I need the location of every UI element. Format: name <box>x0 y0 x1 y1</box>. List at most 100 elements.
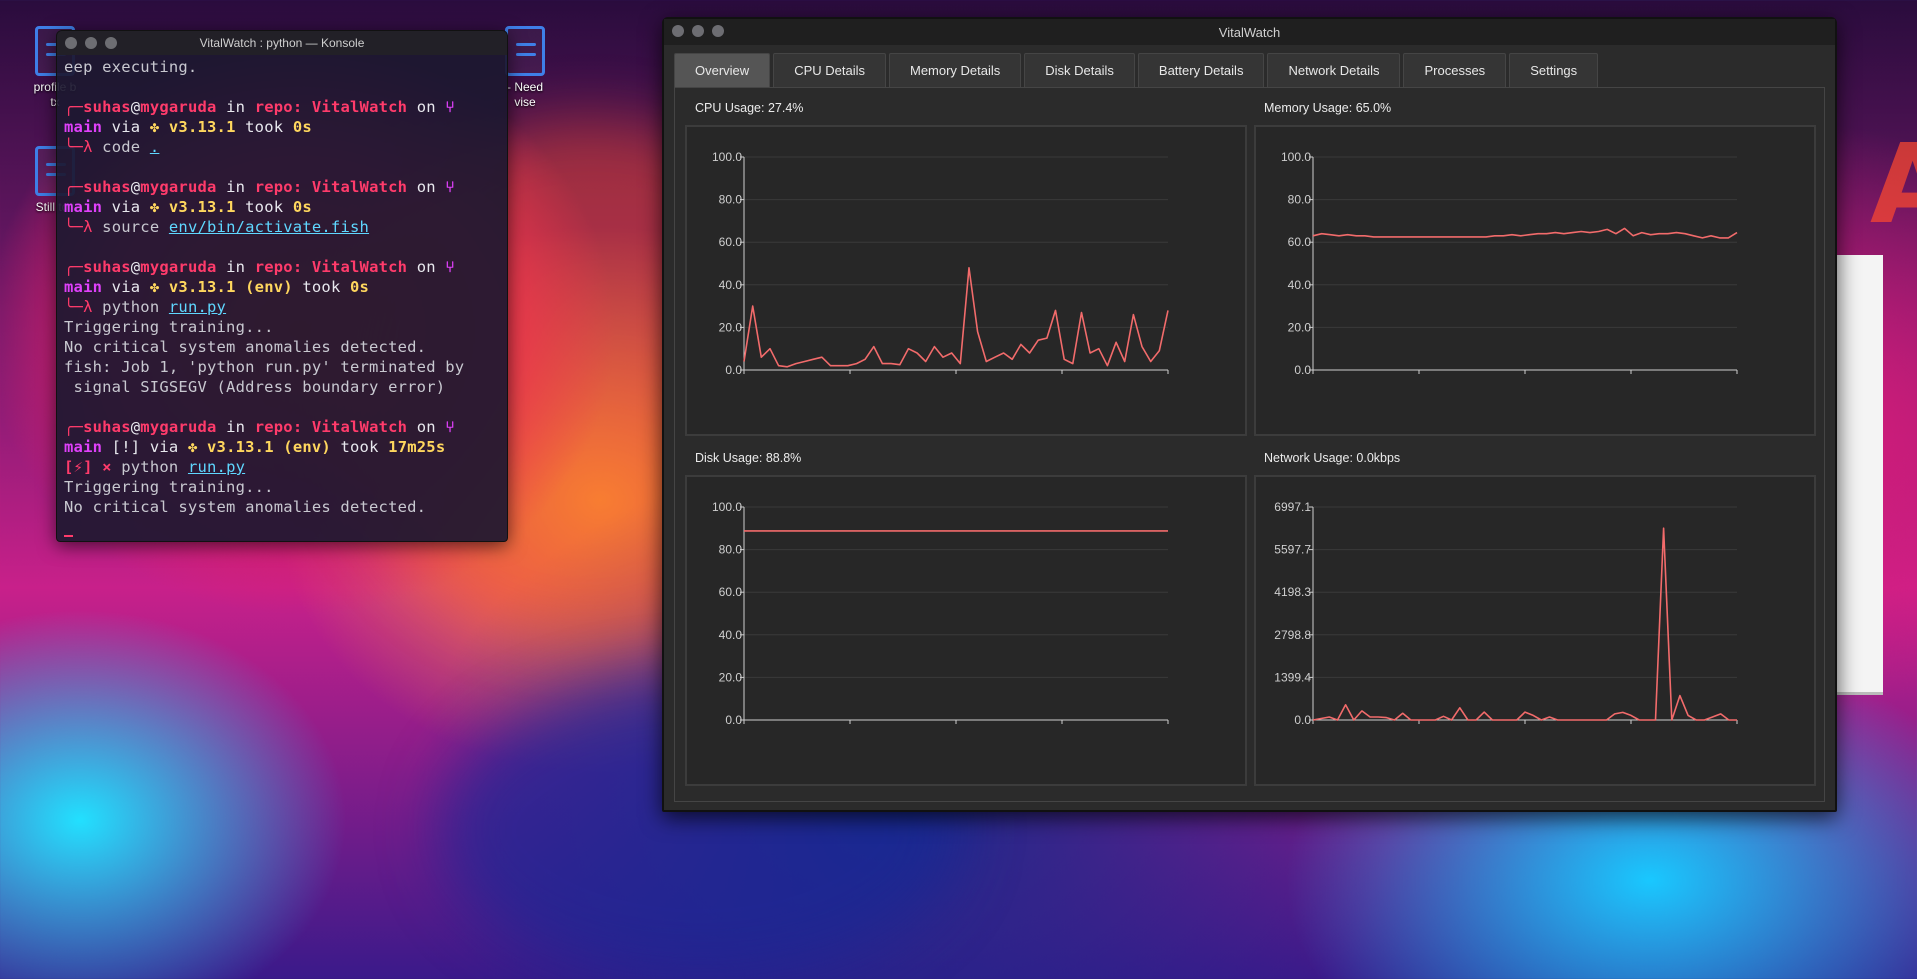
terminal-text: Triggering training... <box>64 478 274 496</box>
terminal-text: on <box>407 178 446 196</box>
prompt-lambda: λ <box>83 218 103 236</box>
series-line <box>1312 527 1737 721</box>
terminal-text: source <box>102 218 169 236</box>
tab-network-details[interactable]: Network Details <box>1267 53 1401 87</box>
terminal-line: fish: Job 1, 'python run.py' terminated … <box>64 357 507 377</box>
minimize-button[interactable] <box>692 25 704 37</box>
terminal-text: No critical system anomalies detected. <box>64 498 427 516</box>
terminal-cursor-line <box>64 517 507 537</box>
network-chart: 0.0 1399.4 2798.8 4198.3 5597.7 6997.1 <box>1274 500 1738 727</box>
terminal-text: took <box>235 118 293 136</box>
konsole-window[interactable]: VitalWatch : python — Konsole eep execut… <box>56 30 508 542</box>
network-chart-frame: 0.0 1399.4 2798.8 4198.3 5597.7 6997.1 <box>1254 475 1816 786</box>
cpu-chart: 0.0 20.0 40.0 60.0 80.0 100.0 <box>712 150 1169 377</box>
memory-chart: 0.0 20.0 40.0 60.0 80.0 100.0 <box>1281 150 1738 377</box>
y-tick-label: 0.0 <box>725 363 742 377</box>
y-tick-label: 40.0 <box>719 278 743 292</box>
prompt-lambda: λ <box>83 138 103 156</box>
tab-disk-details[interactable]: Disk Details <box>1024 53 1135 87</box>
terminal-line: ╭─suhas@mygaruda in repo: VitalWatch on … <box>64 97 507 117</box>
prompt-user: suhas <box>83 258 131 276</box>
maximize-button[interactable] <box>105 37 117 49</box>
terminal-text: ╰─ <box>64 138 84 156</box>
tab-overview[interactable]: Overview <box>674 53 771 87</box>
tab-memory-details[interactable]: Memory Details <box>888 53 1022 87</box>
status-error: × <box>92 458 122 476</box>
terminal-text: via <box>102 118 150 136</box>
y-tick-label: 0.0 <box>1294 713 1311 727</box>
terminal-text: on <box>407 258 446 276</box>
prompt-repo: repo: VitalWatch <box>254 178 408 196</box>
y-tick-label: 60.0 <box>719 235 743 249</box>
disk-chart: 0.0 20.0 40.0 60.0 80.0 100.0 <box>712 500 1169 727</box>
command-arg: env/bin/activate.fish <box>168 218 370 236</box>
cpu-usage-label: CPU Usage: 27.4% <box>695 101 804 115</box>
prompt-env: (env) <box>273 438 331 456</box>
prompt-branch: main <box>64 118 103 136</box>
y-tick-label: 1399.4 <box>1274 670 1311 684</box>
series-line <box>1312 227 1738 239</box>
tab-processes[interactable]: Processes <box>1403 53 1507 87</box>
prompt-python-version: ✤ v3.13.1 <box>187 438 274 456</box>
prompt-branch: main <box>64 278 103 296</box>
command-arg: . <box>149 138 160 156</box>
y-tick-label: 60.0 <box>1288 235 1312 249</box>
vitalwatch-window[interactable]: VitalWatch Overview CPU Details Memory D… <box>662 17 1837 812</box>
close-button[interactable] <box>672 25 684 37</box>
terminal-line: ╭─suhas@mygaruda in repo: VitalWatch on … <box>64 417 507 437</box>
prompt-user: suhas <box>83 178 131 196</box>
terminal-text: No critical system anomalies detected. <box>64 338 427 356</box>
prompt-python-version: ✤ v3.13.1 <box>149 198 236 216</box>
prompt-user: suhas <box>83 418 131 436</box>
minimize-button[interactable] <box>85 37 97 49</box>
y-tick-label: 40.0 <box>719 628 743 642</box>
prompt-duration: 0s <box>292 198 312 216</box>
terminal-line: No critical system anomalies detected. <box>64 337 507 357</box>
tab-cpu-details[interactable]: CPU Details <box>773 53 886 87</box>
command-arg: run.py <box>187 458 246 476</box>
tab-settings[interactable]: Settings <box>1509 53 1599 87</box>
terminal-line: main via ✤ v3.13.1 took 0s <box>64 117 507 137</box>
y-tick-label: 80.0 <box>1288 193 1312 207</box>
prompt-host: mygaruda <box>140 418 217 436</box>
close-button[interactable] <box>65 37 77 49</box>
terminal-line: ╰─λ python run.py <box>64 297 507 317</box>
git-branch-icon: ⑂ <box>445 418 455 436</box>
terminal-line <box>64 237 507 257</box>
terminal-text: @ <box>130 258 141 276</box>
tab-battery-details[interactable]: Battery Details <box>1137 53 1265 87</box>
prompt-duration: 0s <box>292 118 312 136</box>
terminal-text: [!] <box>102 438 141 456</box>
git-branch-icon: ⑂ <box>445 98 455 116</box>
terminal-text: in <box>216 178 255 196</box>
terminal-line: eep executing. <box>64 57 507 77</box>
terminal-line <box>64 397 507 417</box>
terminal-text: python <box>102 298 169 316</box>
terminal-line: ╰─λ code . <box>64 137 507 157</box>
terminal-line: main via ✤ v3.13.1 took 0s <box>64 197 507 217</box>
prompt-user: suhas <box>83 98 131 116</box>
prompt-branch: main <box>64 438 103 456</box>
y-tick-label: 20.0 <box>719 320 743 334</box>
prompt-duration: 0s <box>350 278 370 296</box>
prompt-host: mygaruda <box>140 258 217 276</box>
y-tick-label: 80.0 <box>719 543 743 557</box>
series-line <box>743 267 1169 368</box>
terminal-text: on <box>407 418 446 436</box>
terminal-text: ╰─ <box>64 218 84 236</box>
terminal-text: signal SIGSEGV (Address boundary error) <box>64 378 446 396</box>
maximize-button[interactable] <box>712 25 724 37</box>
konsole-titlebar[interactable]: VitalWatch : python — Konsole <box>57 31 507 55</box>
vitalwatch-titlebar[interactable]: VitalWatch <box>664 19 1835 45</box>
terminal-text: took <box>292 278 351 296</box>
document-icon <box>505 26 545 76</box>
y-tick-label: 20.0 <box>1288 320 1312 334</box>
y-tick-label: 2798.8 <box>1274 628 1311 642</box>
terminal-output[interactable]: eep executing. ╭─suhas@mygaruda in repo:… <box>57 55 507 537</box>
y-tick-label: 60.0 <box>719 585 743 599</box>
vitalwatch-title: VitalWatch <box>1218 24 1281 40</box>
prompt-env: (env) <box>235 278 293 296</box>
